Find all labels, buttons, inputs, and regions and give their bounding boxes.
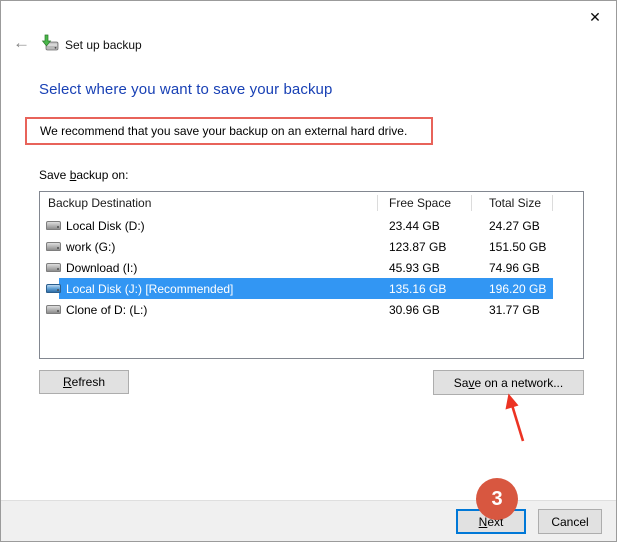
drive-total-size: 196.20 GB [489, 282, 546, 296]
table-row[interactable]: work (G:) 123.87 GB 151.50 GB [40, 236, 583, 257]
page-title: Select where you want to save your backu… [39, 81, 332, 98]
drive-name: work (G:) [66, 240, 115, 254]
hard-drive-icon [46, 305, 61, 314]
hard-drive-icon [46, 221, 61, 230]
hard-drive-icon [46, 284, 61, 293]
column-separator [552, 195, 553, 211]
table-row[interactable]: Clone of D: (L:) 30.96 GB 31.77 GB [40, 299, 583, 320]
drive-free-space: 45.93 GB [389, 261, 440, 275]
table-row[interactable]: Download (I:) 45.93 GB 74.96 GB [40, 257, 583, 278]
close-icon[interactable]: ✕ [584, 7, 606, 27]
annotation-arrow-icon [471, 386, 541, 448]
label-part: efresh [72, 375, 105, 389]
column-header-backup-destination[interactable]: Backup Destination [48, 196, 151, 210]
column-separator [471, 195, 472, 211]
drive-name: Local Disk (D:) [66, 219, 145, 233]
drive-name: Local Disk (J:) [Recommended] [66, 282, 233, 296]
back-icon[interactable]: ← [13, 34, 30, 52]
list-header: Backup Destination Free Space Total Size [40, 192, 583, 215]
step-number-badge: 3 [476, 478, 518, 520]
drive-free-space: 30.96 GB [389, 303, 440, 317]
backup-app-icon [41, 34, 59, 52]
drive-free-space: 123.87 GB [389, 240, 446, 254]
setup-backup-dialog: ✕ ← Set up backup Select where you want … [0, 0, 617, 542]
cancel-button[interactable]: Cancel [538, 509, 602, 534]
column-header-total-size[interactable]: Total Size [489, 196, 541, 210]
column-separator [377, 195, 378, 211]
drive-free-space: 23.44 GB [389, 219, 440, 233]
label-part: Save [39, 168, 70, 182]
label-accesskey: R [63, 375, 72, 389]
column-header-free-space[interactable]: Free Space [389, 196, 451, 210]
refresh-button[interactable]: Refresh [39, 370, 129, 394]
drive-total-size: 151.50 GB [489, 240, 546, 254]
recommendation-annotation-box: We recommend that you save your backup o… [25, 117, 433, 145]
drive-total-size: 24.27 GB [489, 219, 540, 233]
backup-destination-list: Backup Destination Free Space Total Size… [39, 191, 584, 359]
recommendation-text: We recommend that you save your backup o… [40, 124, 407, 138]
drive-free-space: 135.16 GB [389, 282, 446, 296]
label-part: Sa [454, 376, 469, 390]
list-body: Local Disk (D:) 23.44 GB 24.27 GB work (… [40, 215, 583, 320]
drive-total-size: 31.77 GB [489, 303, 540, 317]
drive-total-size: 74.96 GB [489, 261, 540, 275]
label-part: ackup on: [76, 168, 128, 182]
label-part: Cancel [551, 515, 588, 529]
save-backup-on-label: Save backup on: [39, 168, 128, 182]
hard-drive-icon [46, 242, 61, 251]
table-row[interactable]: Local Disk (J:) [Recommended] 135.16 GB … [40, 278, 583, 299]
table-row[interactable]: Local Disk (D:) 23.44 GB 24.27 GB [40, 215, 583, 236]
drive-name: Clone of D: (L:) [66, 303, 147, 317]
window-title: Set up backup [65, 38, 142, 52]
drive-name: Download (I:) [66, 261, 137, 275]
hard-drive-icon [46, 263, 61, 272]
